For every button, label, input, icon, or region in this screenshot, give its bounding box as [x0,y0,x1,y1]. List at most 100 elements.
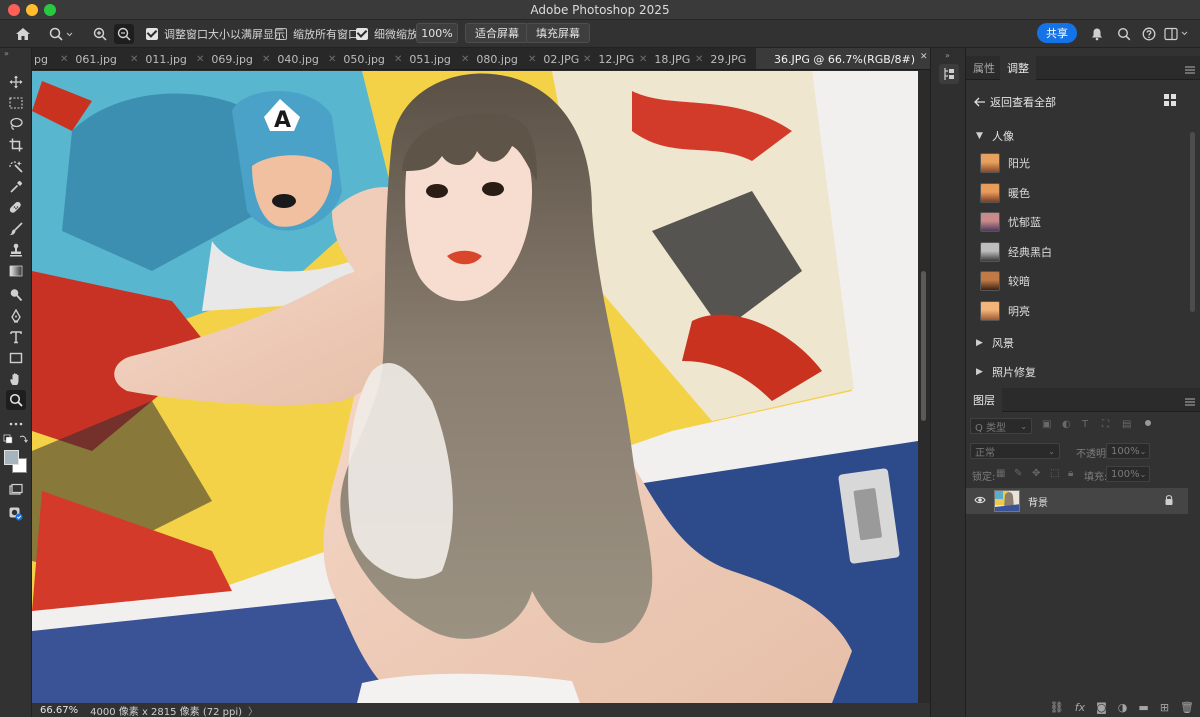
brush-tool-icon[interactable] [6,219,26,239]
help-icon[interactable] [1139,24,1159,44]
document-tab[interactable]: ✕ 040.jpg [262,48,329,69]
hand-tool-icon[interactable] [6,369,26,389]
fill-screen-button[interactable]: 填充屏幕 [526,23,590,43]
group-landscape[interactable]: ▶ 风景 [976,335,1014,351]
document-tab[interactable]: ✕ 069.jpg [196,48,263,69]
zoom-100-button[interactable]: 100% [416,23,458,43]
status-menu-arrow-icon[interactable]: 〉 [248,703,258,717]
close-tab-icon[interactable]: ✕ [583,54,591,65]
lock-artboard-icon[interactable]: ⬚ [1050,468,1059,479]
document-tab[interactable]: ✕ 12.JPG [583,48,640,69]
blend-mode-select[interactable]: 正常 ⌄ [970,443,1060,459]
opacity-field[interactable]: 100% ⌄ [1106,443,1150,459]
close-tab-icon[interactable]: ✕ [528,54,536,65]
close-tab-icon[interactable]: ✕ [461,54,469,65]
resize-windows-checkbox[interactable]: 调整窗口大小以满屏显示 [146,24,285,44]
new-adjustment-layer-icon[interactable]: ◑ [1118,701,1128,714]
document-tab[interactable]: pg [32,48,54,69]
collapse-toolbar-icon[interactable]: » [4,49,9,58]
document-tab-active[interactable]: 36.JPG @ 66.7%(RGB/8#) ✕ [756,48,930,69]
lock-image-icon[interactable]: ✎ [1014,468,1022,479]
notification-bell-icon[interactable] [1087,24,1107,44]
swap-colors-icon[interactable] [3,434,29,444]
group-photo-repair[interactable]: ▶ 照片修复 [976,364,1036,380]
new-group-icon[interactable]: ▬ [1138,701,1148,714]
preset-item[interactable]: 阳光 [980,153,1030,173]
more-tools-icon[interactable] [6,414,26,434]
new-layer-icon[interactable]: ⊞ [1160,701,1169,714]
screen-mode-icon[interactable] [6,480,26,500]
document-tab[interactable]: ✕ 050.jpg [328,48,395,69]
eyedropper-tool-icon[interactable] [6,177,26,197]
close-tab-icon[interactable]: ✕ [328,54,336,65]
back-to-all-link[interactable]: 返回查看全部 [974,94,1056,110]
expand-panels-icon[interactable]: » [945,51,950,60]
document-tab[interactable]: ✕ 080.jpg [461,48,529,69]
add-mask-icon[interactable]: ◙ [1096,701,1107,714]
scrubby-zoom-checkbox[interactable]: 细微缩放 [356,24,418,44]
fill-field[interactable]: 100% ⌄ [1106,466,1150,482]
type-tool-icon[interactable] [6,327,26,347]
move-tool-icon[interactable] [6,72,26,92]
pen-tool-icon[interactable] [6,306,26,326]
close-tab-icon[interactable]: ✕ [60,54,68,65]
panel-menu-icon[interactable] [1185,64,1195,74]
fx-icon[interactable]: fx [1075,701,1085,714]
close-tab-icon[interactable]: ✕ [394,54,402,65]
adjustments-scrollbar[interactable] [1190,132,1195,312]
document-tab[interactable]: ✕ 011.jpg [130,48,197,69]
marquee-tool-icon[interactable] [6,93,26,113]
filter-type-icon[interactable]: T [1082,419,1088,430]
stamp-tool-icon[interactable] [6,240,26,260]
document-tab[interactable]: ✕ 29.JPG [695,48,754,69]
close-tab-icon[interactable]: ✕ [130,54,138,65]
workspace-switcher-icon[interactable] [1162,24,1192,44]
layer-filter-select[interactable]: Q 类型 ⌄ [970,418,1032,434]
panel-menu-icon[interactable] [1185,396,1195,406]
zoom-all-windows-checkbox[interactable]: 缩放所有窗口 [275,24,359,44]
close-tab-icon[interactable]: ✕ [639,54,647,65]
document-tab[interactable]: ✕ 02.JPG [528,48,584,69]
quick-mask-icon[interactable] [6,504,26,524]
lasso-tool-icon[interactable] [6,114,26,134]
eye-visibility-icon[interactable] [974,495,986,508]
search-icon[interactable] [1114,24,1134,44]
close-tab-icon[interactable]: ✕ [196,54,204,65]
close-tab-icon[interactable]: ✕ [695,54,703,65]
zoom-out-icon[interactable] [114,24,134,44]
preset-item[interactable]: 经典黑白 [980,242,1052,262]
scrollbar-thumb[interactable] [921,271,926,421]
lock-position-icon[interactable]: ✥ [1032,468,1040,479]
zoom-in-icon[interactable] [90,24,110,44]
zoom-tool-icon[interactable] [6,390,26,410]
fit-screen-button[interactable]: 适合屏幕 [465,23,529,43]
home-icon[interactable] [13,24,33,44]
document-tab[interactable]: ✕ 18.JPG [639,48,696,69]
zoom-level-readout[interactable]: 66.67% [40,705,78,716]
crop-tool-icon[interactable] [6,135,26,155]
zoom-tool-preset-icon[interactable] [46,24,76,44]
group-portrait[interactable]: ▼ 人像 [976,128,1014,144]
lock-transparent-icon[interactable]: ▦ [996,468,1005,479]
delete-layer-icon[interactable]: 🗑︎ [1180,701,1194,714]
document-tab[interactable]: ✕ 051.jpg [394,48,462,69]
gradient-tool-icon[interactable] [6,261,26,281]
filter-toggle-icon[interactable] [1145,420,1151,426]
lock-all-icon[interactable]: 🔒︎ [1068,468,1073,479]
close-tab-icon[interactable]: ✕ [262,54,270,65]
tab-adjustments[interactable]: 调整 [1000,56,1036,80]
layer-row-background[interactable]: 背景 [966,488,1188,514]
filter-adjustment-icon[interactable]: ◐ [1062,419,1071,430]
grid-view-icon[interactable] [1164,94,1176,106]
history-panel-icon[interactable] [939,64,959,84]
healing-brush-tool-icon[interactable] [6,198,26,218]
tab-properties[interactable]: 属性 [966,56,1002,80]
document-canvas[interactable]: A [32,71,918,703]
foreground-background-color-icon[interactable] [4,450,30,476]
dodge-tool-icon[interactable] [6,285,26,305]
shape-tool-icon[interactable] [6,348,26,368]
preset-item[interactable]: 明亮 [980,301,1030,321]
share-button[interactable]: 共享 [1037,23,1077,43]
filter-shape-icon[interactable]: ⛶ [1102,419,1109,430]
object-selection-tool-icon[interactable] [6,156,26,176]
